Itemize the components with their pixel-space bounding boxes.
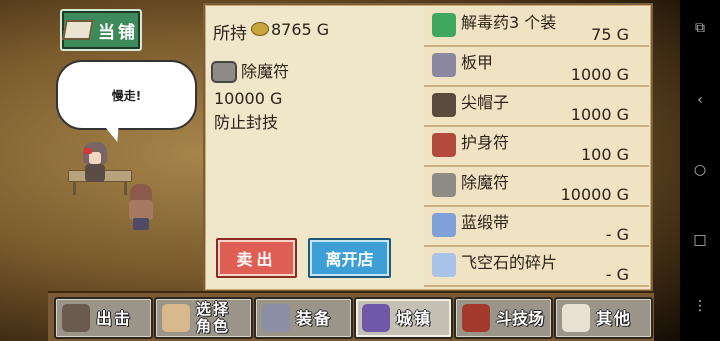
selected-item-name: 除魔符 — [241, 62, 290, 81]
nav-label: 出击 — [96, 308, 133, 328]
system-nav-bar: ⧉ ‹ ○ □ ⋮ — [680, 0, 720, 341]
player-sprite — [124, 184, 156, 232]
town-icon — [362, 304, 390, 332]
money-label: 所持 — [213, 24, 247, 44]
speech-bubble: 慢走! — [56, 60, 197, 130]
item-price: 100 G — [580, 145, 629, 164]
item-name: 板甲 — [461, 53, 494, 72]
sell-button[interactable]: 卖出 — [216, 238, 297, 278]
crystal-icon — [432, 253, 456, 277]
amulet-icon — [432, 133, 456, 157]
item-detail: 所持 8765 G 除魔符 10000 G 防止封技 卖出 离开店 — [205, 5, 421, 290]
nav-label: 其他 — [596, 308, 633, 328]
speech-text: 慢走! — [111, 88, 142, 103]
shop-button-label: 当铺 — [98, 22, 138, 43]
item-name: 除魔符 — [461, 173, 510, 192]
keyboard-icon[interactable]: ⋮ — [692, 298, 708, 314]
list-item[interactable]: 板甲 1000 G — [424, 47, 649, 87]
item-price: 10000 G — [560, 185, 629, 204]
nav-sortie[interactable]: 出击 — [54, 297, 153, 339]
leave-shop-button-label: 离开店 — [325, 250, 374, 269]
list-item[interactable]: 尖帽子 1000 G — [424, 87, 649, 127]
character-icon — [162, 304, 190, 332]
nav-town[interactable]: 城镇 — [354, 297, 453, 339]
charm-icon — [211, 61, 237, 83]
leave-shop-button[interactable]: 离开店 — [308, 238, 391, 278]
potion-icon — [432, 13, 456, 37]
nav-label: 斗技场 — [496, 308, 545, 328]
nav-label: 选择角色 — [196, 300, 231, 335]
hat-icon — [432, 93, 456, 117]
list-item[interactable]: 除魔符 10000 G — [424, 167, 649, 207]
shop-button[interactable]: 当铺 — [60, 9, 142, 51]
item-name: 尖帽子 — [461, 93, 510, 112]
arena-icon — [462, 304, 490, 332]
list-item[interactable]: 解毒药3 个装 75 G — [424, 7, 649, 47]
recents-icon[interactable]: □ — [692, 232, 708, 248]
sell-button-label: 卖出 — [236, 250, 277, 269]
armor-icon — [432, 53, 456, 77]
selected-item-price: 10000 G — [214, 89, 283, 108]
ledger-icon — [62, 20, 94, 40]
item-name: 解毒药3 个装 — [461, 13, 557, 32]
shop-panel: 所持 8765 G 除魔符 10000 G 防止封技 卖出 离开店 解毒药3 个… — [203, 3, 653, 292]
item-price: - G — [605, 265, 629, 284]
list-item[interactable]: 飞空石的碎片 - G — [424, 247, 649, 287]
sortie-icon — [62, 304, 90, 332]
nav-equipment[interactable]: 装备 — [254, 297, 353, 339]
back-icon[interactable]: ‹ — [692, 92, 708, 108]
item-name: 护身符 — [461, 133, 510, 152]
item-name: 飞空石的碎片 — [461, 253, 558, 272]
list-item[interactable]: 蓝缎带 - G — [424, 207, 649, 247]
item-price: 1000 G — [570, 65, 629, 84]
item-price: 75 G — [591, 25, 629, 44]
item-price: 1000 G — [570, 105, 629, 124]
item-price: - G — [605, 225, 629, 244]
list-item[interactable]: 护身符 100 G — [424, 127, 649, 167]
other-icon — [562, 304, 590, 332]
selected-item-description: 防止封技 — [214, 113, 279, 132]
item-name: 蓝缎带 — [461, 213, 510, 232]
shopkeeper-sprite — [80, 142, 108, 182]
ribbon-icon — [432, 213, 456, 237]
nav-label: 城镇 — [396, 308, 433, 328]
nav-label: 装备 — [296, 308, 333, 328]
bottom-nav: 出击 选择角色 装备 城镇 斗技场 其他 — [48, 291, 654, 341]
nav-other[interactable]: 其他 — [554, 297, 653, 339]
home-icon[interactable]: ○ — [692, 162, 708, 178]
item-list: 解毒药3 个装 75 G 板甲 1000 G 尖帽子 1000 G 护身符 10… — [424, 7, 649, 287]
screenshot-icon[interactable]: ⧉ — [692, 20, 708, 36]
charm-icon — [432, 173, 456, 197]
money-value: 8765 G — [271, 20, 330, 39]
nav-select-character[interactable]: 选择角色 — [154, 297, 253, 339]
nav-arena[interactable]: 斗技场 — [454, 297, 553, 339]
game-scene: 当铺 慢走! 所持 8765 G 除魔符 10000 G 防止封技 卖出 离开店 — [0, 0, 680, 341]
equipment-icon — [262, 304, 290, 332]
coin-icon — [251, 22, 269, 36]
